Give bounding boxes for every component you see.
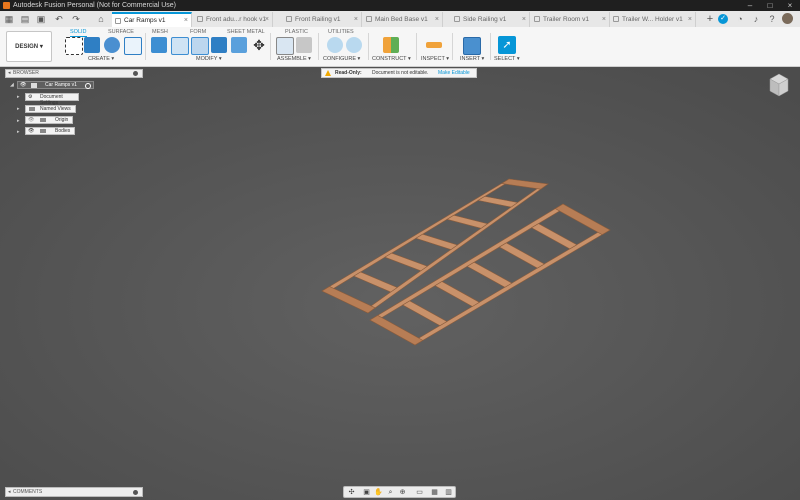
browser-title: BROWSER bbox=[13, 70, 39, 76]
pan-icon[interactable]: ✋ bbox=[374, 488, 383, 497]
viewport-background bbox=[0, 67, 800, 500]
expand-arrow-icon[interactable]: ◢ bbox=[10, 82, 14, 88]
expand-icon[interactable]: ◂ bbox=[8, 488, 11, 496]
browser-root-item[interactable]: 👁 Car Ramps v1 bbox=[17, 81, 94, 89]
eye-icon[interactable]: 👁 bbox=[20, 82, 26, 88]
root-label: Car Ramps v1 bbox=[45, 82, 77, 88]
grid-settings-icon[interactable]: ▦ bbox=[430, 488, 439, 497]
pin-icon[interactable] bbox=[133, 490, 138, 495]
browser-panel-header[interactable]: ◂ BROWSER bbox=[5, 69, 143, 78]
browser-item-named-views[interactable]: Named Views bbox=[25, 105, 76, 113]
viewports-icon[interactable]: ▥ bbox=[444, 488, 453, 497]
eye-hidden-icon[interactable]: 👁 bbox=[28, 117, 34, 123]
orbit-icon[interactable]: ✣ bbox=[347, 488, 356, 497]
browser-item-bodies[interactable]: 👁 Bodies bbox=[25, 127, 75, 135]
item-label: Origin bbox=[55, 117, 69, 123]
make-editable-link[interactable]: Make Editable bbox=[438, 69, 470, 77]
collapse-icon[interactable]: ◂ bbox=[8, 70, 11, 77]
viewcube-icon[interactable] bbox=[768, 72, 790, 98]
comments-title: COMMENTS bbox=[13, 489, 43, 495]
warning-icon bbox=[325, 70, 331, 76]
expand-arrow-icon[interactable]: ▸ bbox=[17, 94, 20, 100]
fit-icon[interactable]: ⊕ bbox=[398, 488, 407, 497]
folder-icon bbox=[40, 118, 46, 122]
folder-icon bbox=[40, 129, 46, 133]
browser-item-document-settings[interactable]: ⚙ Document Settings bbox=[25, 93, 79, 106]
display-settings-icon[interactable]: ▭ bbox=[415, 488, 424, 497]
activate-radio-icon[interactable] bbox=[85, 83, 91, 89]
component-icon bbox=[31, 83, 37, 88]
banner-message: Document is not editable. bbox=[372, 70, 429, 76]
item-label: Bodies bbox=[55, 128, 71, 134]
expand-arrow-icon[interactable]: ▸ bbox=[17, 129, 20, 135]
look-at-icon[interactable]: ▣ bbox=[362, 488, 371, 497]
pin-icon[interactable] bbox=[133, 71, 138, 76]
browser-item-origin[interactable]: 👁 Origin bbox=[25, 116, 73, 124]
navigation-bar: ✣ ▣ ✋ ⌕ ⊕ ▭ ▦ ▥ bbox=[343, 486, 456, 498]
item-label: Named Views bbox=[40, 106, 71, 112]
banner-label: Read-Only: bbox=[335, 70, 362, 76]
zoom-icon[interactable]: ⌕ bbox=[386, 488, 395, 497]
comments-panel-header[interactable]: ◂ COMMENTS bbox=[5, 487, 143, 497]
read-only-banner: Read-Only: Document is not editable. Mak… bbox=[321, 68, 477, 78]
gear-icon: ⚙ bbox=[28, 94, 33, 100]
folder-icon bbox=[29, 107, 35, 111]
eye-icon[interactable]: 👁 bbox=[28, 128, 34, 134]
expand-arrow-icon[interactable]: ▸ bbox=[17, 106, 20, 112]
expand-arrow-icon[interactable]: ▸ bbox=[17, 118, 20, 124]
